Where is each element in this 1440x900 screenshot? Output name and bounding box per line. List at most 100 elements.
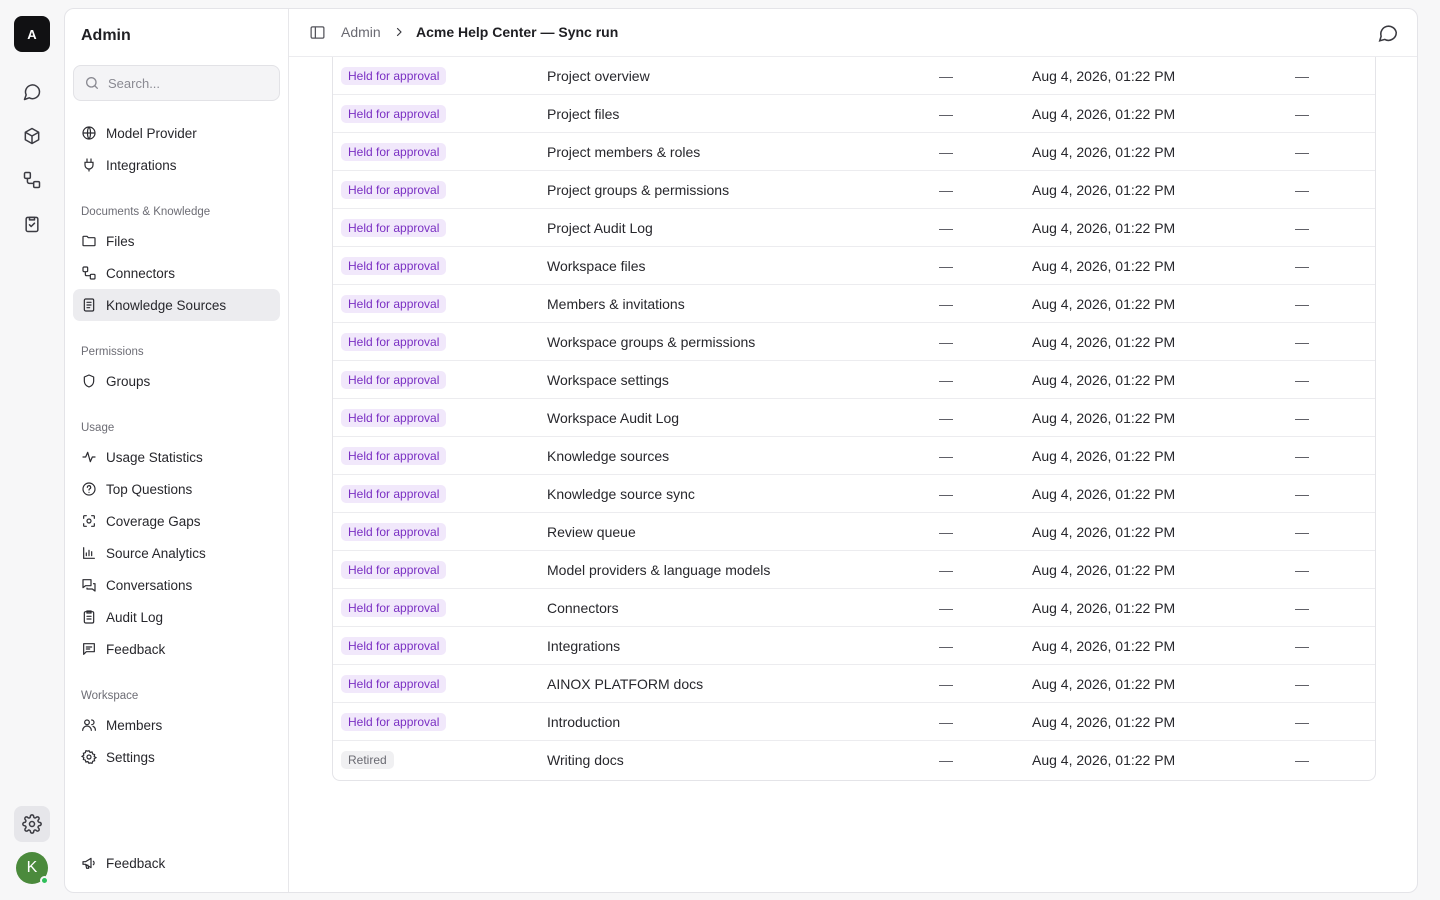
sidebar-item-files[interactable]: Files <box>73 225 280 257</box>
chat-bubble-icon[interactable] <box>1377 22 1399 44</box>
timestamp: Aug 4, 2026, 01:22 PM <box>1032 714 1176 730</box>
status-badge: Held for approval <box>341 295 447 313</box>
workspace-logo[interactable]: A <box>14 16 50 52</box>
cube-icon[interactable] <box>14 118 50 154</box>
empty-value: — <box>939 714 953 730</box>
status-badge: Held for approval <box>341 561 447 579</box>
sidebar-item-top-questions[interactable]: Top Questions <box>73 473 280 505</box>
clipboard-check-icon[interactable] <box>14 206 50 242</box>
sidebar-item-connectors[interactable]: Connectors <box>73 257 280 289</box>
online-status-dot <box>40 876 49 885</box>
table-row[interactable]: Held for approval Model providers & langu… <box>333 551 1375 589</box>
item-name[interactable]: Workspace files <box>547 258 646 274</box>
section-permissions: Permissions <box>81 346 144 358</box>
item-name[interactable]: Workspace settings <box>547 372 669 388</box>
sidebar-item-label: Usage Statistics <box>106 449 203 465</box>
connectors-icon <box>82 266 96 280</box>
sidebar-item-source-analytics[interactable]: Source Analytics <box>73 537 280 569</box>
empty-value: — <box>1295 486 1309 502</box>
item-name[interactable]: Project files <box>547 106 619 122</box>
question-icon <box>82 482 96 496</box>
empty-value: — <box>1295 448 1309 464</box>
item-name[interactable]: Introduction <box>547 714 620 730</box>
sidebar-item-usage-statistics[interactable]: Usage Statistics <box>73 441 280 473</box>
table-row[interactable]: Held for approval Project overview — Aug 4,… <box>333 57 1375 95</box>
table-row[interactable]: Held for approval Workspace groups & perm… <box>333 323 1375 361</box>
sidebar-item-conversations[interactable]: Conversations <box>73 569 280 601</box>
sidebar-item-label: Model Provider <box>106 125 197 141</box>
megaphone-icon <box>82 857 95 869</box>
empty-value: — <box>939 220 953 236</box>
item-name[interactable]: Project members & roles <box>547 144 700 160</box>
item-name[interactable]: Project overview <box>547 68 650 84</box>
sidebar-item-knowledge-sources[interactable]: Knowledge Sources <box>73 289 280 321</box>
table-row[interactable]: Held for approval Workspace settings — Aug … <box>333 361 1375 399</box>
table-row[interactable]: Held for approval Knowledge sources — Aug 4… <box>333 437 1375 475</box>
sidebar-item-settings[interactable]: Settings <box>73 741 280 773</box>
table-row[interactable]: Held for approval Project members & roles… <box>333 133 1375 171</box>
folder-icon <box>82 235 96 247</box>
sidebar-item-groups[interactable]: Groups <box>73 365 280 397</box>
item-name[interactable]: Members & invitations <box>547 296 685 312</box>
workflow-icon[interactable] <box>14 162 50 198</box>
sidebar-item-integrations[interactable]: Integrations <box>73 149 280 181</box>
gear-icon <box>81 749 97 765</box>
timestamp: Aug 4, 2026, 01:22 PM <box>1032 68 1176 84</box>
section-documents-knowledge: Documents & Knowledge <box>81 206 211 218</box>
empty-value: — <box>1295 714 1309 730</box>
item-name[interactable]: Project groups & permissions <box>547 182 729 198</box>
status-badge: Held for approval <box>341 67 447 85</box>
sidebar-item-coverage-gaps[interactable]: Coverage Gaps <box>73 505 280 537</box>
sidebar-item-feedback[interactable]: Feedback <box>73 633 280 665</box>
table-row[interactable]: Held for approval Review queue — Aug 4, 202… <box>333 513 1375 551</box>
item-name[interactable]: Knowledge sources <box>547 448 669 464</box>
timestamp: Aug 4, 2026, 01:22 PM <box>1032 334 1176 350</box>
breadcrumb-admin[interactable]: Admin <box>341 24 381 40</box>
empty-value: — <box>939 562 953 578</box>
breadcrumb-current: Acme Help Center — Sync run <box>416 24 619 40</box>
table-row[interactable]: Held for approval AINOX PLATFORM docs — Aug… <box>333 665 1375 703</box>
admin-settings-icon[interactable] <box>14 806 50 842</box>
table-row[interactable]: Held for approval Project Audit Log — Aug 4… <box>333 209 1375 247</box>
empty-value: — <box>939 106 953 122</box>
sidebar-item-audit-log[interactable]: Audit Log <box>73 601 280 633</box>
item-name[interactable]: Project Audit Log <box>547 220 653 236</box>
sidebar-item-members[interactable]: Members <box>73 709 280 741</box>
table-row[interactable]: Held for approval Integrations — Aug 4, 202… <box>333 627 1375 665</box>
chats-icon <box>82 579 96 592</box>
table-row[interactable]: Held for approval Knowledge source sync — A… <box>333 475 1375 513</box>
item-name[interactable]: AINOX PLATFORM docs <box>547 676 703 692</box>
table-row[interactable]: Retired Writing docs — Aug 4, 2026, 01:22 P… <box>333 741 1375 779</box>
item-name[interactable]: Connectors <box>547 600 619 616</box>
timestamp: Aug 4, 2026, 01:22 PM <box>1032 144 1176 160</box>
table-row[interactable]: Held for approval Workspace Audit Log — Aug… <box>333 399 1375 437</box>
item-name[interactable]: Workspace groups & permissions <box>547 334 755 350</box>
table-row[interactable]: Held for approval Project groups & permis… <box>333 171 1375 209</box>
item-name[interactable]: Model providers & language models <box>547 562 770 578</box>
sidebar-item-label: Members <box>106 717 163 733</box>
sidebar-item-label: Top Questions <box>106 481 193 497</box>
empty-value: — <box>939 410 953 426</box>
status-badge: Held for approval <box>341 105 447 123</box>
table-row[interactable]: Held for approval Project files — Aug 4, 20… <box>333 95 1375 133</box>
item-name[interactable]: Knowledge source sync <box>547 486 695 502</box>
sidebar-item-label: Knowledge Sources <box>106 297 227 313</box>
item-name[interactable]: Integrations <box>547 638 620 654</box>
item-name[interactable]: Writing docs <box>547 752 624 768</box>
search-input[interactable]: Search... <box>73 65 280 101</box>
status-badge: Held for approval <box>341 599 447 617</box>
sidebar-item-model-provider[interactable]: Model Provider <box>73 117 280 149</box>
item-name[interactable]: Review queue <box>547 524 636 540</box>
chat-icon[interactable] <box>14 74 50 110</box>
table-row[interactable]: Held for approval Connectors — Aug 4, 2026,… <box>333 589 1375 627</box>
app-rail: A K <box>0 0 64 900</box>
table-row[interactable]: Held for approval Members & invitations — A… <box>333 285 1375 323</box>
sidebar-item-label: Integrations <box>106 157 177 173</box>
table-row[interactable]: Held for approval Workspace files — Aug 4, … <box>333 247 1375 285</box>
status-badge: Held for approval <box>341 675 447 693</box>
table-row[interactable]: Held for approval Introduction — Aug 4, 202… <box>333 703 1375 741</box>
footer-feedback-button[interactable]: Feedback <box>73 847 280 879</box>
sidebar-toggle-icon[interactable] <box>309 24 326 41</box>
item-name[interactable]: Workspace Audit Log <box>547 410 679 426</box>
status-badge: Held for approval <box>341 257 447 275</box>
